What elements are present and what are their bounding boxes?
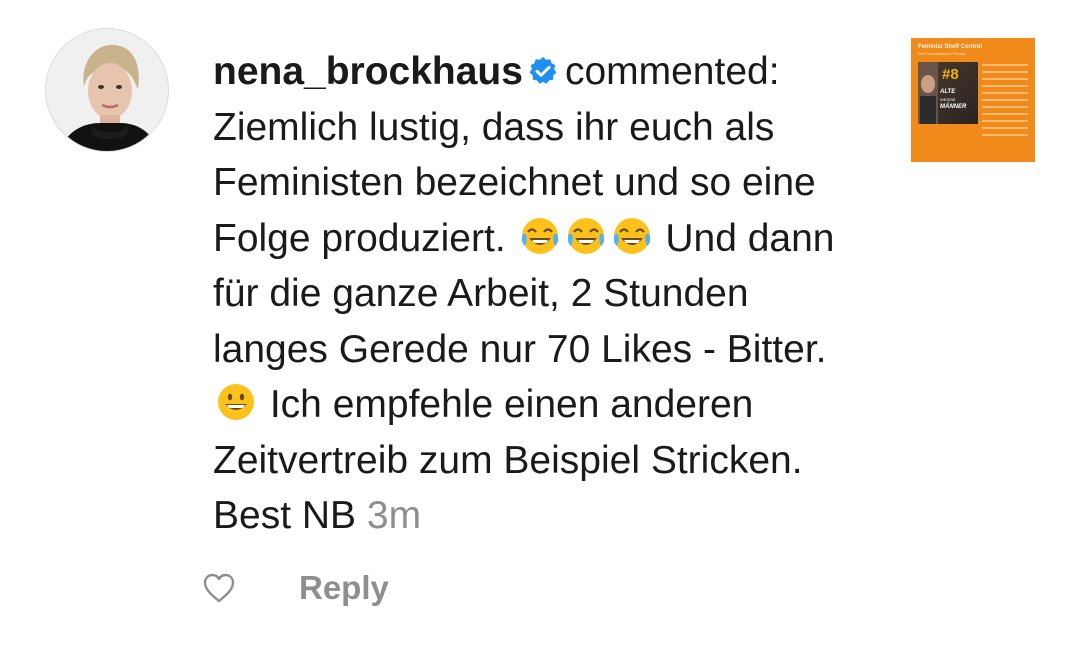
face-with-tears-of-joy-icon xyxy=(613,217,650,254)
avatar[interactable] xyxy=(45,28,169,152)
comment-text-part3: Ich empfehle einen anderen Zeitvertreib … xyxy=(213,383,803,537)
thumbnail-person-image xyxy=(918,62,938,124)
verified-badge-icon xyxy=(529,57,557,84)
thumbnail-title: Feminist Shelf Control xyxy=(918,44,983,50)
post-thumbnail[interactable]: Feminist Shelf Control Der Feministische… xyxy=(911,38,1035,162)
username-link[interactable]: nena_brockhaus xyxy=(213,50,523,93)
grinning-face-icon xyxy=(218,384,254,420)
face-with-tears-of-joy-icon xyxy=(567,217,604,254)
thumbnail-cover-line2: WEISSE xyxy=(940,97,956,102)
comment-timestamp: 3m xyxy=(366,494,422,537)
thumbnail-episode-number: #8 xyxy=(942,66,959,83)
profile-photo xyxy=(46,29,168,151)
thumbnail-cover-line1: ALTE xyxy=(940,89,956,95)
reply-button[interactable]: Reply xyxy=(299,568,389,608)
thumbnail-cover-art: #8 ALTE WEISSE MÄNNER xyxy=(918,62,978,124)
thumbnail-caption-lines xyxy=(982,64,1028,141)
like-button[interactable] xyxy=(202,572,236,604)
face-with-tears-of-joy-icon xyxy=(521,217,558,254)
thumbnail-cover-line3: MÄNNER xyxy=(940,104,967,110)
thumbnail-subtitle: Der Feministische Podcast xyxy=(918,51,966,56)
comment-body: nena_brockhaus commented: Ziemlich lustig… xyxy=(213,44,873,544)
comment-verb: commented: xyxy=(564,50,780,93)
heart-outline-icon xyxy=(203,573,235,603)
emoji-group-laughing xyxy=(517,217,655,260)
